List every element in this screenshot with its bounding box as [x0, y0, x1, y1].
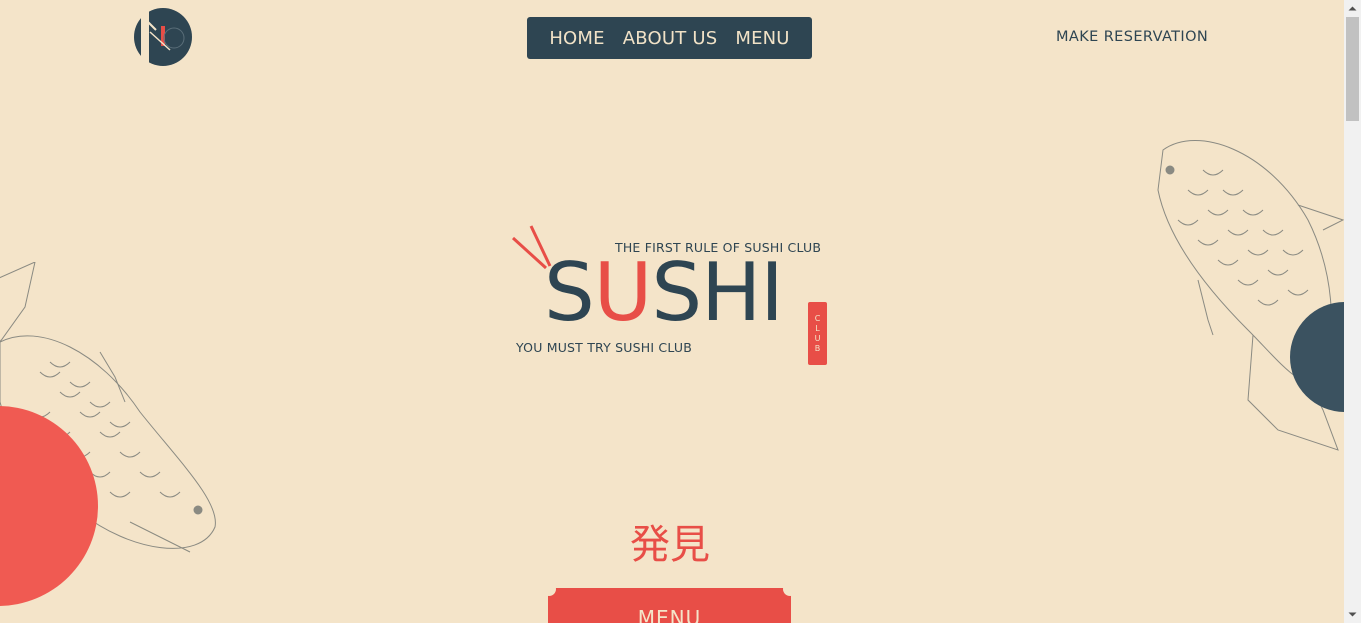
tagline-bottom: YOU MUST TRY SUSHI CLUB: [516, 340, 692, 355]
sushi-club-badge-icon[interactable]: [130, 8, 193, 66]
make-reservation-link[interactable]: MAKE RESERVATION: [1056, 29, 1208, 45]
nav-home-link[interactable]: HOME: [549, 28, 604, 49]
club-letter: B: [814, 343, 821, 353]
ticket-notch: [783, 582, 797, 596]
club-letter: L: [815, 323, 820, 333]
menu-button[interactable]: MENU: [542, 582, 797, 623]
club-letter: C: [814, 313, 821, 323]
discover-kanji: 発見: [630, 522, 710, 568]
ticket-notch: [542, 582, 556, 596]
wordmark-s: S: [544, 246, 595, 339]
vertical-scrollbar[interactable]: [1344, 0, 1361, 623]
hero-logo: THE FIRST RULE OF SUSHI CLUB SUSHI YOU M…: [508, 222, 838, 372]
main-nav: HOME ABOUT US MENU: [527, 17, 812, 59]
page: HOME ABOUT US MENU MAKE RESERVATION THE …: [0, 0, 1344, 623]
scroll-down-arrow-icon[interactable]: [1344, 606, 1361, 623]
wordmark-shi: SHI: [651, 246, 784, 339]
wordmark-u: U: [593, 246, 653, 339]
club-letter: U: [814, 333, 821, 343]
nav-about-us-link[interactable]: ABOUT US: [623, 28, 718, 49]
koi-fish-right-icon: [1157, 140, 1344, 451]
scroll-up-arrow-icon[interactable]: [1344, 0, 1361, 17]
sushi-wordmark: SUSHI: [544, 246, 784, 339]
scrollbar-thumb[interactable]: [1346, 17, 1359, 121]
nav-menu-link[interactable]: MENU: [735, 28, 789, 49]
menu-button-label: MENU: [637, 606, 702, 623]
club-tag: C L U B: [808, 302, 827, 365]
